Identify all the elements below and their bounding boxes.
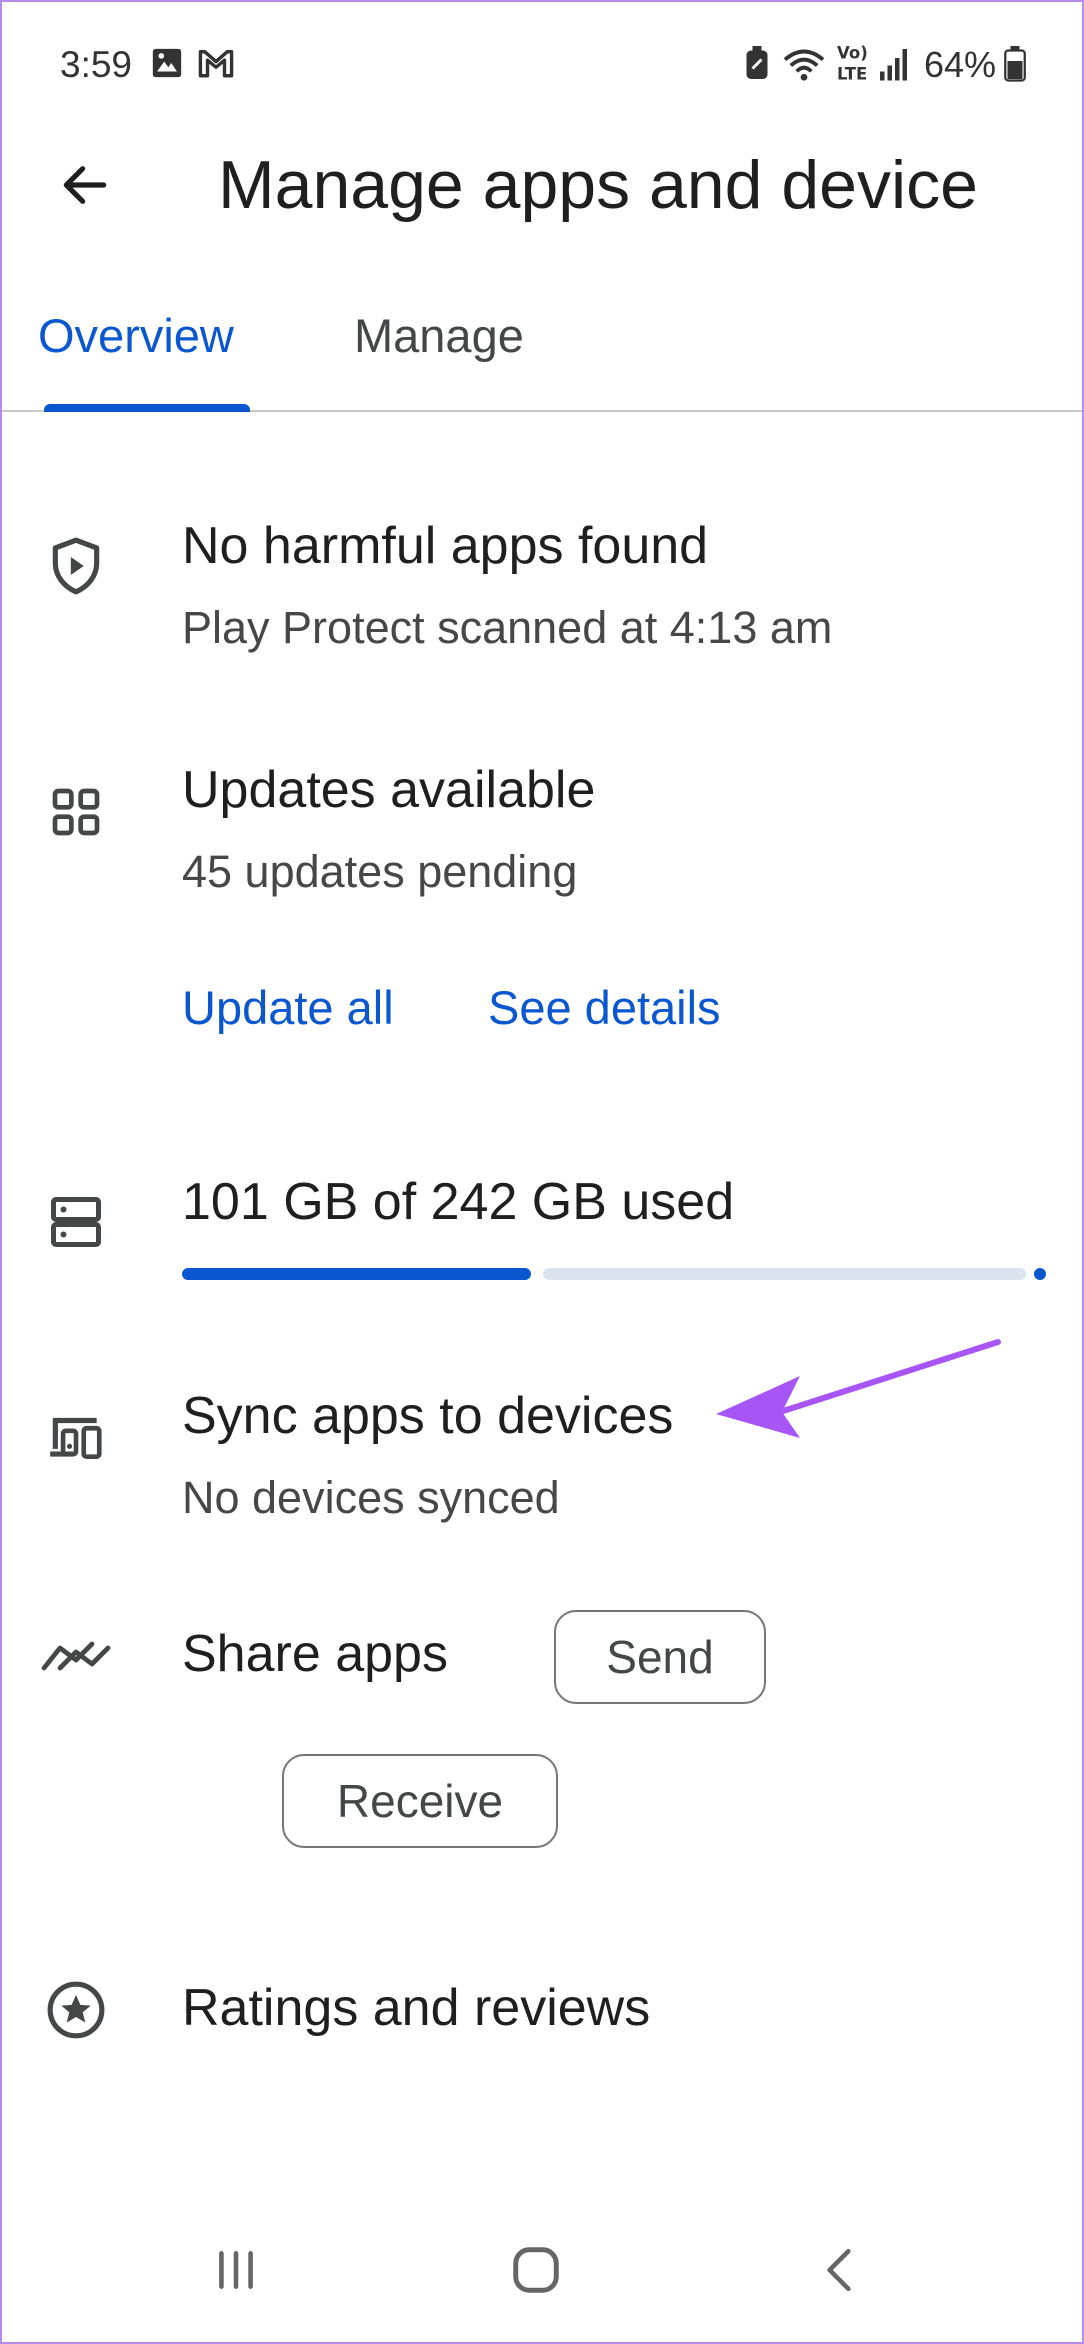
page-title: Manage apps and device bbox=[218, 147, 978, 223]
storage-used-fill bbox=[182, 1268, 531, 1280]
protect-title[interactable]: No harmful apps found bbox=[182, 516, 708, 576]
svg-text:Vo): Vo) bbox=[837, 44, 868, 63]
system-back-button[interactable] bbox=[790, 2220, 890, 2320]
update-all-button[interactable]: Update all bbox=[182, 980, 394, 1035]
devices-icon bbox=[40, 1400, 112, 1472]
share-title: Share apps bbox=[182, 1625, 448, 1683]
nfc-icon bbox=[744, 46, 770, 87]
updates-subtitle: 45 updates pending bbox=[182, 846, 578, 897]
volte-icon: Vo) LTE bbox=[834, 40, 870, 91]
annotation-arrow-icon bbox=[716, 1339, 1001, 1438]
updates-title[interactable]: Updates available bbox=[182, 760, 595, 820]
sync-subtitle: No devices synced bbox=[182, 1472, 560, 1523]
home-icon bbox=[513, 2247, 559, 2293]
tab-overview[interactable]: Overview bbox=[38, 308, 234, 363]
tab-manage[interactable]: Manage bbox=[354, 308, 524, 363]
storage-free-track bbox=[543, 1268, 1026, 1280]
storage-label[interactable]: 101 GB of 242 GB used bbox=[182, 1172, 734, 1232]
status-time: 3:59 bbox=[60, 44, 133, 85]
see-details-button[interactable]: See details bbox=[488, 980, 721, 1035]
protect-subtitle: Play Protect scanned at 4:13 am bbox=[182, 602, 833, 653]
svg-text:LTE: LTE bbox=[837, 65, 867, 84]
battery-icon bbox=[1004, 46, 1026, 87]
apps-grid-icon bbox=[40, 776, 112, 848]
battery-percentage: 64% bbox=[924, 44, 997, 85]
recents-icon bbox=[219, 2251, 253, 2289]
back-arrow-button[interactable] bbox=[50, 150, 120, 220]
signal-icon bbox=[878, 46, 912, 87]
storage-icon bbox=[40, 1186, 112, 1258]
wifi-icon bbox=[782, 46, 826, 87]
chevron-left-icon bbox=[827, 2248, 851, 2292]
home-button[interactable] bbox=[486, 2220, 586, 2320]
recents-button[interactable] bbox=[186, 2220, 286, 2320]
star-circle-icon bbox=[40, 1974, 112, 2046]
tab-bar: Overview Manage bbox=[0, 290, 1084, 412]
play-protect-icon bbox=[40, 530, 112, 602]
storage-end-dot bbox=[1034, 1268, 1046, 1280]
sync-title[interactable]: Sync apps to devices bbox=[182, 1386, 673, 1446]
gmail-icon bbox=[196, 46, 236, 85]
nearby-share-icon bbox=[40, 1620, 112, 1692]
arrow-back-icon bbox=[63, 166, 107, 204]
receive-button[interactable]: Receive bbox=[282, 1754, 558, 1848]
system-navigation-bar bbox=[0, 2220, 1084, 2320]
storage-progress-bar bbox=[182, 1268, 1046, 1280]
ratings-title[interactable]: Ratings and reviews bbox=[182, 1978, 650, 2038]
send-button[interactable]: Send bbox=[554, 1610, 766, 1704]
active-tab-indicator bbox=[44, 404, 250, 412]
status-bar: 3:59 Vo) LTE 64% bbox=[0, 0, 1084, 130]
image-icon bbox=[150, 46, 184, 85]
